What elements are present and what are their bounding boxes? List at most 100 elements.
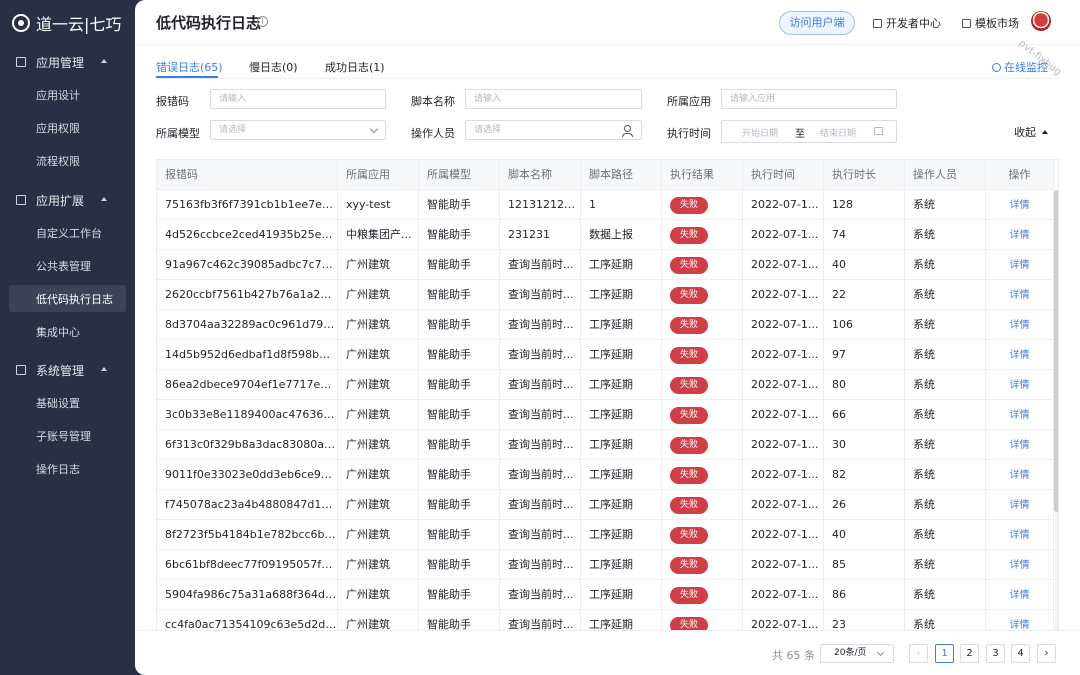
table-cell: 查询当前时... bbox=[500, 520, 581, 549]
sidebar-group-1[interactable]: 应用扩展 bbox=[0, 183, 135, 217]
sidebar-item[interactable]: 自定义工作台 bbox=[9, 219, 126, 246]
table-cell: 2620ccbf7561b427b76a1a225f... bbox=[157, 280, 338, 309]
table-cell: 工序延期 bbox=[581, 550, 662, 579]
model-filter-label: 所属模型 bbox=[156, 127, 200, 140]
exec-time-range-picker[interactable]: 开始日期 至 结束日期 bbox=[721, 120, 897, 143]
column-header: 操作人员 bbox=[905, 160, 986, 189]
detail-link[interactable]: 详情 bbox=[1010, 410, 1030, 421]
detail-link[interactable]: 详情 bbox=[1010, 290, 1030, 301]
sidebar-item[interactable]: 公共表管理 bbox=[9, 252, 126, 279]
sidebar-item[interactable]: 应用权限 bbox=[9, 114, 126, 141]
page-button-3[interactable]: 3 bbox=[986, 644, 1005, 663]
start-date-input[interactable]: 开始日期 bbox=[742, 126, 778, 139]
detail-link[interactable]: 详情 bbox=[1010, 530, 1030, 541]
template-market-link[interactable]: 模板市场 bbox=[962, 15, 1019, 31]
column-header: 脚本路径 bbox=[581, 160, 662, 189]
result-cell: 失败 bbox=[662, 310, 743, 339]
tab-success-log[interactable]: 成功日志(1) bbox=[325, 59, 385, 75]
user-icon bbox=[622, 125, 633, 137]
page-size-select[interactable]: 20条/页 bbox=[820, 644, 894, 663]
table-cell: 查询当前时... bbox=[500, 340, 581, 369]
sidebar-item[interactable]: 低代码执行日志 bbox=[9, 285, 126, 312]
detail-link[interactable]: 详情 bbox=[1010, 260, 1030, 271]
avatar[interactable] bbox=[1031, 11, 1051, 31]
page-button-4[interactable]: 4 bbox=[1011, 644, 1030, 663]
sidebar-group-0[interactable]: 应用管理 bbox=[0, 45, 135, 79]
table-cell: 系统 bbox=[905, 520, 986, 549]
table-cell: 2022-07-1... bbox=[743, 520, 824, 549]
dashboard-icon bbox=[992, 62, 1001, 72]
sidebar-item[interactable]: 操作日志 bbox=[9, 455, 126, 482]
prev-page-button[interactable]: ‹ bbox=[909, 644, 928, 663]
scrollbar-thumb[interactable] bbox=[1054, 190, 1058, 512]
table-cell: 系统 bbox=[905, 280, 986, 309]
sidebar-item[interactable]: 基础设置 bbox=[9, 389, 126, 416]
app-filter-label: 所属应用 bbox=[667, 95, 711, 108]
sidebar-item[interactable]: 应用设计 bbox=[9, 81, 126, 108]
table-cell: 23 bbox=[824, 610, 905, 630]
collapse-filters-button[interactable]: 收起 bbox=[1014, 124, 1048, 140]
table-cell: 工序延期 bbox=[581, 430, 662, 459]
detail-link[interactable]: 详情 bbox=[1010, 470, 1030, 481]
detail-link[interactable]: 详情 bbox=[1010, 590, 1030, 601]
detail-link[interactable]: 详情 bbox=[1010, 380, 1030, 391]
error-code-label: 报错码 bbox=[156, 95, 189, 108]
dev-center-link[interactable]: 开发者中心 bbox=[873, 15, 941, 31]
total-count: 共 65 条 bbox=[772, 649, 815, 662]
fail-badge: 失败 bbox=[670, 316, 708, 334]
error-code-input[interactable]: 请输入 bbox=[210, 89, 386, 109]
online-monitor-link[interactable]: 在线监控 bbox=[992, 59, 1048, 75]
page-button-2[interactable]: 2 bbox=[960, 644, 979, 663]
table-cell: 系统 bbox=[905, 430, 986, 459]
detail-link[interactable]: 详情 bbox=[1010, 320, 1030, 331]
table-cell: 广州建筑 bbox=[338, 370, 419, 399]
table-cell: 系统 bbox=[905, 220, 986, 249]
detail-link[interactable]: 详情 bbox=[1010, 350, 1030, 361]
dev-center-label: 开发者中心 bbox=[886, 17, 941, 30]
table-cell: cc4fa0ac71354109c63e5d2dd0... bbox=[157, 610, 338, 630]
operator-select[interactable]: 请选择 bbox=[465, 120, 642, 140]
grid-icon bbox=[962, 18, 971, 28]
next-page-button[interactable]: › bbox=[1037, 644, 1056, 663]
script-name-input[interactable]: 请输入 bbox=[465, 89, 642, 109]
model-select[interactable]: 请选择 bbox=[210, 120, 386, 140]
sidebar-item[interactable]: 流程权限 bbox=[9, 147, 126, 174]
table-cell: 广州建筑 bbox=[338, 580, 419, 609]
sidebar-group-2[interactable]: 系统管理 bbox=[0, 353, 135, 387]
sidebar-item[interactable]: 子账号管理 bbox=[9, 422, 126, 449]
table-cell: 86 bbox=[824, 580, 905, 609]
table-cell: 2022-07-1... bbox=[743, 370, 824, 399]
tab-slow-log[interactable]: 慢日志(0) bbox=[249, 59, 298, 75]
action-cell: 详情 bbox=[986, 220, 1054, 249]
page-button-1[interactable]: 1 bbox=[935, 644, 954, 663]
table-row: 2620ccbf7561b427b76a1a225f... 广州建筑 智能助手 查询当… bbox=[157, 280, 1055, 310]
action-cell: 详情 bbox=[986, 490, 1054, 519]
detail-link[interactable]: 详情 bbox=[1010, 230, 1030, 241]
app-filter-input[interactable]: 请输入应用 bbox=[721, 89, 897, 109]
detail-link[interactable]: 详情 bbox=[1010, 500, 1030, 511]
table-cell: 广州建筑 bbox=[338, 280, 419, 309]
end-date-input[interactable]: 结束日期 bbox=[820, 126, 856, 139]
tab-error-log[interactable]: 错误日志(65) bbox=[156, 59, 223, 75]
app-logo[interactable]: 道一云|七巧 bbox=[12, 12, 121, 34]
detail-link[interactable]: 详情 bbox=[1010, 440, 1030, 451]
table-cell: 广州建筑 bbox=[338, 430, 419, 459]
detail-link[interactable]: 详情 bbox=[1010, 200, 1030, 211]
column-header: 所属应用 bbox=[338, 160, 419, 189]
detail-link[interactable]: 详情 bbox=[1010, 560, 1030, 571]
table-row: 8d3704aa32289ac0c961d7951... 广州建筑 智能助手 查询当前… bbox=[157, 310, 1055, 340]
table-cell: 5904fa986c75a31a688f364df9... bbox=[157, 580, 338, 609]
info-icon[interactable]: i bbox=[257, 16, 268, 27]
sidebar: 道一云|七巧 应用管理 应用设计应用权限流程权限应用扩展 自定义工作台 公共表管理低代… bbox=[0, 0, 135, 675]
table-cell: 广州建筑 bbox=[338, 490, 419, 519]
visit-user-end-button[interactable]: 访问用户端 bbox=[779, 11, 855, 35]
terminal-icon bbox=[873, 18, 882, 28]
table-cell: 系统 bbox=[905, 340, 986, 369]
result-cell: 失败 bbox=[662, 550, 743, 579]
table-cell: 广州建筑 bbox=[338, 460, 419, 489]
table-cell: 128 bbox=[824, 190, 905, 219]
table-cell: 2022-07-1... bbox=[743, 430, 824, 459]
sidebar-item[interactable]: 集成中心 bbox=[9, 318, 126, 345]
table-cell: 系统 bbox=[905, 490, 986, 519]
table-row: 6bc61bf8deec77f09195057f0c... 广州建筑 智能助手 查询当… bbox=[157, 550, 1055, 580]
